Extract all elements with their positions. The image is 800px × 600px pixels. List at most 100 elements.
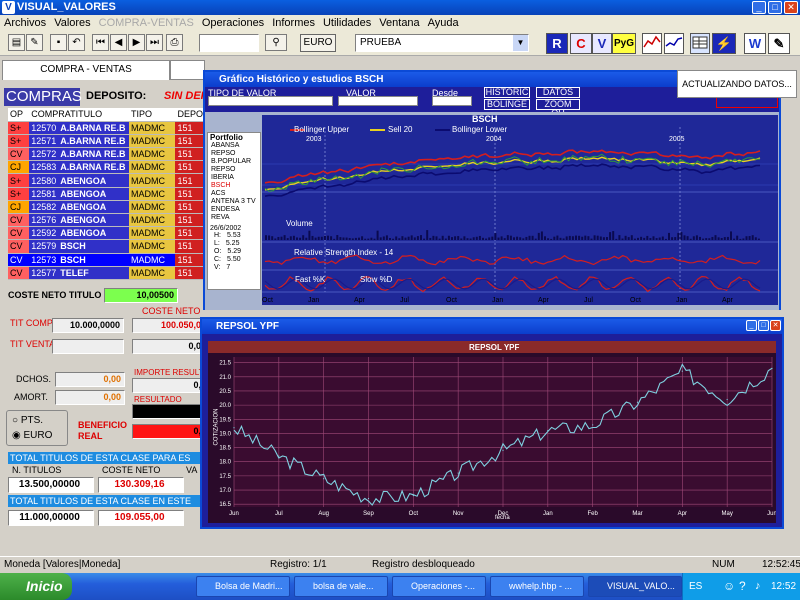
volume-bar (485, 238, 488, 240)
menu-item[interactable]: Informes (268, 17, 319, 29)
valor-select[interactable] (338, 96, 418, 106)
prev-record-icon[interactable]: ◀ (110, 34, 127, 51)
account-select[interactable]: PRUEBA ▼ (355, 34, 529, 52)
tit-venta-coste-field[interactable]: 0,0 (132, 339, 205, 354)
portfolio-item[interactable]: REVA (208, 214, 260, 222)
pyg-button[interactable]: PyG (612, 33, 636, 54)
next-record-icon[interactable]: ▶ (128, 34, 145, 51)
menu-bar: Archivos Valores COMPRA-VENTAS Operaciones I… (0, 15, 800, 31)
help-icon[interactable]: ✎ (768, 33, 790, 54)
portfolio-item[interactable]: IBERIA (208, 174, 260, 182)
print-icon[interactable]: ⎙ (166, 34, 183, 51)
taskbar-item[interactable]: wwhelp.hbp - ... (490, 576, 584, 597)
undo-icon[interactable]: ↶ (68, 34, 85, 51)
lightning-icon[interactable]: ⚡ (712, 33, 736, 54)
euro-radio[interactable]: ◉ EURO (12, 430, 52, 441)
edit-document-icon[interactable]: ✎ (26, 34, 43, 51)
last-record-icon[interactable]: ⏭ (146, 34, 163, 51)
portfolio-item[interactable]: BSCH (208, 182, 260, 190)
repsol-maximize-button[interactable]: □ (758, 320, 769, 331)
volume-bar (671, 237, 674, 240)
chevron-down-icon[interactable]: ▼ (513, 35, 528, 51)
volume-icon[interactable]: ♪ (755, 573, 761, 600)
report-button[interactable]: R (546, 33, 568, 54)
titulo-name: A.BARNA RE.B (60, 135, 126, 146)
help-icon[interactable]: ? (739, 573, 746, 600)
venta-button[interactable]: V (592, 33, 612, 54)
close-button[interactable]: ✕ (784, 1, 798, 14)
taskbar-item[interactable]: VISUAL_VALO... (588, 576, 682, 597)
minimize-button[interactable]: _ (752, 1, 766, 14)
menu-item[interactable]: Utilidades (319, 17, 375, 29)
table-row[interactable]: S+ 12571 A.BARNA RE.B MADMC 151 (8, 134, 205, 149)
tit-comp-field[interactable]: 10.000,0000 (52, 318, 124, 333)
table-row[interactable]: S+ 12581 ABENGOA MADMC 151 (8, 187, 205, 201)
menu-item[interactable]: Operaciones (198, 17, 268, 29)
language-indicator[interactable]: ES (689, 573, 702, 600)
compra-button[interactable]: C (570, 33, 592, 54)
portfolio-item[interactable]: ACS (208, 190, 260, 198)
portfolio-item[interactable]: ABANSA (208, 142, 260, 150)
volume-bar (420, 235, 422, 240)
dchos-field[interactable]: 0,00 (55, 372, 125, 387)
first-record-icon[interactable]: ⏮ (92, 34, 109, 51)
line-chart-icon[interactable] (642, 33, 662, 54)
zoom-out-button[interactable]: ZOOM OU (536, 99, 580, 118)
table-row[interactable]: CV 12592 ABENGOA MADMC 151 (8, 226, 205, 241)
word-export-button[interactable]: W (744, 33, 766, 54)
search-input[interactable] (199, 34, 259, 52)
table-row[interactable]: S+ 12570 A.BARNA RE.B MADMC 151 (8, 121, 205, 135)
table-row[interactable]: S+ 12580 ABENGOA MADMC 151 (8, 173, 205, 188)
table-row[interactable]: CJ 12582 ABENGOA MADMC 151 (8, 200, 205, 215)
menu-item[interactable]: COMPRA-VENTAS (95, 17, 198, 29)
pts-radio[interactable]: ○ PTS. (12, 415, 43, 426)
portfolio-item[interactable]: REPSO (208, 150, 260, 158)
repsol-minimize-button[interactable]: _ (746, 320, 757, 331)
currency-button[interactable]: EURO (300, 34, 336, 52)
maximize-button[interactable]: □ (768, 1, 782, 14)
table-row[interactable]: CJ 12583 A.BARNA RE.B MADMC 151 (8, 160, 205, 175)
desde-select[interactable] (432, 96, 472, 106)
menu-item[interactable]: Ayuda (424, 17, 463, 29)
menu-item[interactable]: Archivos (0, 17, 50, 29)
portfolio-item[interactable]: ANTENA 3 TV (208, 198, 260, 206)
table-icon[interactable] (690, 33, 710, 54)
table-row[interactable]: CV 12573 BSCH MADMC 151 (8, 253, 205, 267)
new-document-icon[interactable]: ▤ (8, 34, 25, 51)
menu-item[interactable]: Valores (50, 17, 94, 29)
taskbar-item[interactable]: bolsa de vale... (294, 576, 388, 597)
menu-item[interactable]: Ventana (375, 17, 423, 29)
smiley-icon[interactable]: ☺ (723, 573, 735, 600)
importe-field[interactable]: 0, (132, 378, 205, 393)
tab-secondary[interactable] (170, 60, 205, 80)
beneficio-field[interactable]: 0, (132, 424, 205, 439)
bollinger-button[interactable]: BOLINGE (484, 99, 530, 110)
start-button[interactable]: Inicio (0, 573, 72, 600)
tit-comp-coste-field[interactable]: 100.050,0 (132, 318, 205, 333)
save-icon[interactable]: ▪ (50, 34, 67, 51)
tipo-valor-select[interactable] (208, 96, 333, 106)
volume-bar (714, 235, 717, 240)
volume-bar (686, 236, 689, 240)
datos-button[interactable]: DATOS (536, 87, 580, 98)
historic-button[interactable]: HISTORIC (484, 87, 530, 98)
resultado-field[interactable] (132, 404, 205, 419)
taskbar-item[interactable]: Operaciones -... (392, 576, 486, 597)
coste-neto-titulo-field[interactable]: 10,00500 (104, 288, 178, 303)
candlestick-icon[interactable] (664, 33, 684, 54)
tit-venta-field[interactable] (52, 339, 124, 354)
amort-field[interactable]: 0,00 (55, 390, 125, 405)
taskbar-item[interactable]: Bolsa de Madri... (196, 576, 290, 597)
binoculars-icon[interactable]: ⚲ (265, 34, 287, 51)
table-row[interactable]: CV 12579 BSCH MADMC 151 (8, 239, 205, 254)
portfolio-item[interactable]: B.POPULAR (208, 158, 260, 166)
table-row[interactable]: CV 12577 TELEF MADMC 151 (8, 266, 205, 280)
table-row[interactable]: CV 12576 ABENGOA MADMC 151 (8, 213, 205, 228)
portfolio-item[interactable]: ENDESA (208, 206, 260, 214)
op-cell: S+ (8, 134, 30, 149)
portfolio-item[interactable]: REPSO (208, 166, 260, 174)
app-icon[interactable]: V (2, 1, 15, 14)
tab-compra-ventas[interactable]: COMPRA - VENTAS (2, 60, 170, 80)
table-row[interactable]: CV 12572 A.BARNA RE.B MADMC 151 (8, 147, 205, 162)
repsol-close-button[interactable]: ✕ (770, 320, 781, 331)
